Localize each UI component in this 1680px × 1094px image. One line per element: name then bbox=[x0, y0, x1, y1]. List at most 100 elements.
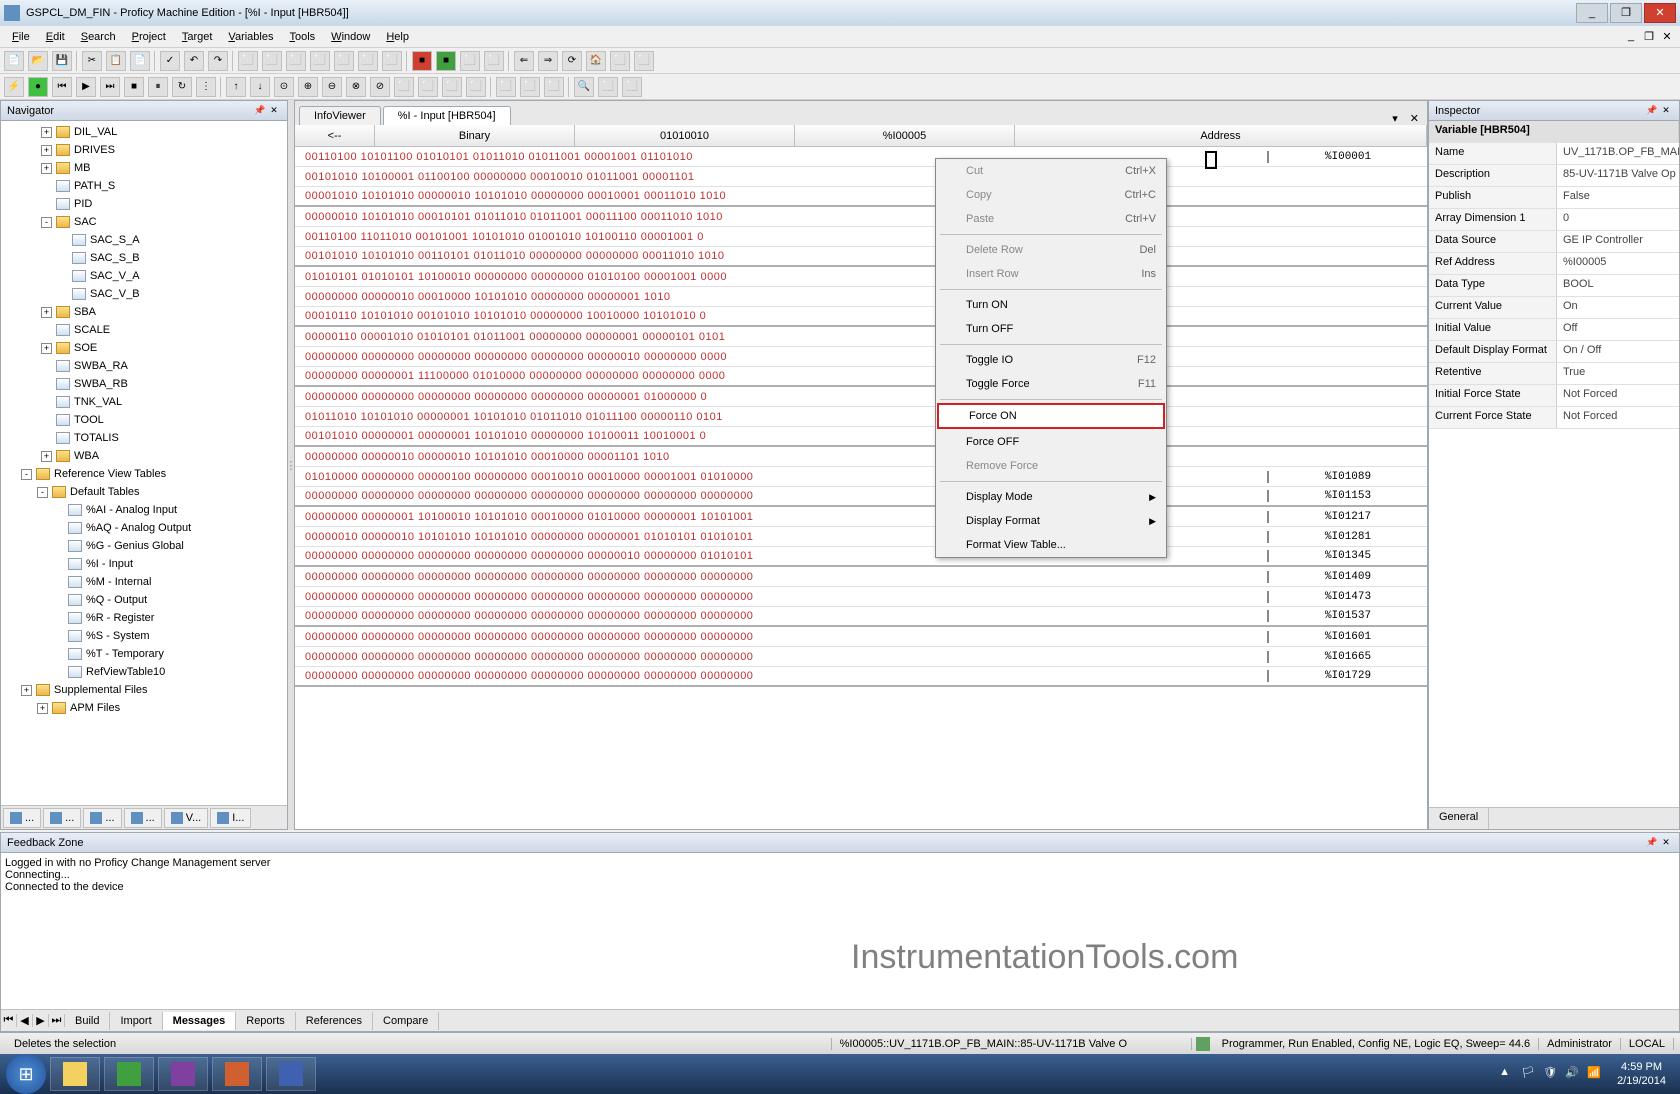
tab-dropdown-button[interactable]: ▾ bbox=[1388, 112, 1402, 125]
tree-node[interactable]: +Supplemental Files bbox=[21, 681, 287, 699]
expand-icon[interactable]: + bbox=[41, 127, 52, 138]
tool-button[interactable]: ⊗ bbox=[346, 77, 366, 97]
tool-button[interactable]: ⊘ bbox=[370, 77, 390, 97]
tool-button[interactable]: ⬜ bbox=[286, 51, 306, 71]
tree-node[interactable]: +SBA bbox=[41, 303, 287, 321]
tool-button[interactable]: ⬜ bbox=[358, 51, 378, 71]
expand-icon[interactable]: + bbox=[41, 163, 52, 174]
menu-help[interactable]: Help bbox=[378, 29, 417, 45]
tree-node[interactable]: %I - Input bbox=[53, 555, 287, 573]
tray-icon[interactable]: ▲ bbox=[1499, 1066, 1515, 1082]
tool-button[interactable]: ⬜ bbox=[466, 77, 486, 97]
tool-button[interactable]: ⚡ bbox=[4, 77, 24, 97]
menu-target[interactable]: Target bbox=[174, 29, 221, 45]
data-row[interactable]: 00000010 10101010 00010101 01011010 0101… bbox=[295, 207, 1427, 227]
tree-node[interactable]: SCALE bbox=[41, 321, 287, 339]
tab-first-button[interactable]: ⏮ bbox=[1, 1014, 17, 1027]
expand-icon[interactable]: + bbox=[21, 685, 32, 696]
data-row[interactable]: 01010101 01010101 10100010 00000000 0000… bbox=[295, 267, 1427, 287]
hdr-ref[interactable]: %I00005 bbox=[795, 125, 1015, 146]
tool-button[interactable]: ↓ bbox=[250, 77, 270, 97]
navigator-tree[interactable]: +DIL_VAL+DRIVES+MBPATH_SPID-SACSAC_S_ASA… bbox=[1, 121, 287, 805]
inspector-row[interactable]: Current ValueOn bbox=[1429, 297, 1679, 319]
data-row[interactable]: 00000000 00000010 00000010 10101010 0001… bbox=[295, 447, 1427, 467]
expand-icon[interactable]: + bbox=[41, 451, 52, 462]
menu-item-toggle-io[interactable]: Toggle IOF12 bbox=[936, 348, 1166, 372]
tree-node[interactable]: +WBA bbox=[41, 447, 287, 465]
menu-item-display-mode[interactable]: Display Mode▶ bbox=[936, 485, 1166, 509]
tree-node[interactable]: %AI - Analog Input bbox=[53, 501, 287, 519]
tree-node[interactable]: %G - Genius Global bbox=[53, 537, 287, 555]
tool-button[interactable]: ↑ bbox=[226, 77, 246, 97]
data-row[interactable]: 00000000 00000000 00000000 00000000 0000… bbox=[295, 647, 1427, 667]
expand-icon[interactable]: - bbox=[37, 487, 48, 498]
data-row[interactable]: 00000000 00000000 00000000 00000000 0000… bbox=[295, 667, 1427, 687]
tree-node[interactable]: PATH_S bbox=[41, 177, 287, 195]
tree-node[interactable]: -Default Tables bbox=[37, 483, 287, 501]
tree-node[interactable]: +SOE bbox=[41, 339, 287, 357]
close-icon[interactable]: ✕ bbox=[267, 105, 281, 116]
tool-button[interactable]: ⬜ bbox=[262, 51, 282, 71]
expand-icon[interactable]: + bbox=[41, 343, 52, 354]
tree-node[interactable]: -SAC bbox=[41, 213, 287, 231]
find-button[interactable]: 🔍 bbox=[574, 77, 594, 97]
nav-tab[interactable]: V... bbox=[164, 808, 209, 828]
tool-button[interactable]: ■ bbox=[436, 51, 456, 71]
tree-node[interactable]: TOOL bbox=[41, 411, 287, 429]
tool-button[interactable]: ⬜ bbox=[484, 51, 504, 71]
feedback-tab-build[interactable]: Build bbox=[65, 1012, 110, 1030]
inspector-tab-general[interactable]: General bbox=[1429, 808, 1489, 829]
data-row[interactable]: 00000000 00000000 00000000 00000000 0000… bbox=[295, 567, 1427, 587]
tray-icon[interactable]: 🔊 bbox=[1565, 1066, 1581, 1082]
data-row[interactable]: 00000000 00000000 00000000 00000000 0000… bbox=[295, 587, 1427, 607]
tool-button[interactable]: 📂 bbox=[28, 51, 48, 71]
taskbar-item[interactable] bbox=[50, 1057, 100, 1091]
menu-item-format-view-table-[interactable]: Format View Table... bbox=[936, 533, 1166, 557]
tool-button[interactable]: 📋 bbox=[106, 51, 126, 71]
data-row[interactable]: 00000010 00000010 10101010 10101010 0000… bbox=[295, 527, 1427, 547]
tool-button[interactable]: ⬜ bbox=[496, 77, 516, 97]
menu-project[interactable]: Project bbox=[124, 29, 174, 45]
menu-search[interactable]: Search bbox=[73, 29, 124, 45]
inspector-row[interactable]: Current Force StateNot Forced bbox=[1429, 407, 1679, 429]
data-row[interactable]: 00000000 00000000 00000000 00000000 0000… bbox=[295, 387, 1427, 407]
tool-button[interactable]: ● bbox=[28, 77, 48, 97]
taskbar-item[interactable] bbox=[104, 1057, 154, 1091]
menu-item-force-off[interactable]: Force OFF bbox=[936, 430, 1166, 454]
tree-node[interactable]: PID bbox=[41, 195, 287, 213]
feedback-tab-messages[interactable]: Messages bbox=[163, 1012, 237, 1030]
tool-button[interactable]: ⊙ bbox=[274, 77, 294, 97]
tree-node[interactable]: +MB bbox=[41, 159, 287, 177]
minimize-button[interactable]: _ bbox=[1576, 3, 1608, 23]
menu-item-toggle-force[interactable]: Toggle ForceF11 bbox=[936, 372, 1166, 396]
feedback-tab-import[interactable]: Import bbox=[110, 1012, 162, 1030]
tool-button[interactable]: 📄 bbox=[130, 51, 150, 71]
data-row[interactable]: 00110100 10101100 01010101 01011010 0101… bbox=[295, 147, 1427, 167]
inspector-row[interactable]: Default Display FormatOn / Off bbox=[1429, 341, 1679, 363]
tab-next-button[interactable]: ▶ bbox=[33, 1014, 49, 1027]
tool-button[interactable]: ⟳ bbox=[562, 51, 582, 71]
tool-button[interactable]: ⬜ bbox=[382, 51, 402, 71]
data-row[interactable]: 00000000 00000001 11100000 01010000 0000… bbox=[295, 367, 1427, 387]
nav-tab[interactable]: ... bbox=[43, 808, 81, 828]
taskbar-clock[interactable]: 4:59 PM2/19/2014 bbox=[1609, 1060, 1674, 1088]
expand-icon[interactable]: + bbox=[41, 145, 52, 156]
data-row[interactable]: 01010000 00000000 00000100 00000000 0001… bbox=[295, 467, 1427, 487]
tool-button[interactable]: ⇒ bbox=[538, 51, 558, 71]
tree-node[interactable]: %T - Temporary bbox=[53, 645, 287, 663]
expand-icon[interactable]: - bbox=[41, 217, 52, 228]
data-row[interactable]: 00101010 10101010 00110101 01011010 0000… bbox=[295, 247, 1427, 267]
nav-tab[interactable]: I... bbox=[210, 808, 251, 828]
tool-button[interactable]: 🏠 bbox=[586, 51, 606, 71]
menu-item-force-on[interactable]: Force ON bbox=[937, 403, 1165, 429]
tool-button[interactable]: ⬜ bbox=[442, 77, 462, 97]
nav-tab[interactable]: ... bbox=[3, 808, 41, 828]
feedback-tab-compare[interactable]: Compare bbox=[373, 1012, 439, 1030]
tree-node[interactable]: %M - Internal bbox=[53, 573, 287, 591]
feedback-tab-reports[interactable]: Reports bbox=[236, 1012, 296, 1030]
expand-icon[interactable]: - bbox=[21, 469, 32, 480]
tool-button[interactable]: ⊕ bbox=[298, 77, 318, 97]
inspector-row[interactable]: Description85-UV-1171B Valve Op bbox=[1429, 165, 1679, 187]
nav-tab[interactable]: ... bbox=[83, 808, 121, 828]
tool-button[interactable]: ↶ bbox=[184, 51, 204, 71]
